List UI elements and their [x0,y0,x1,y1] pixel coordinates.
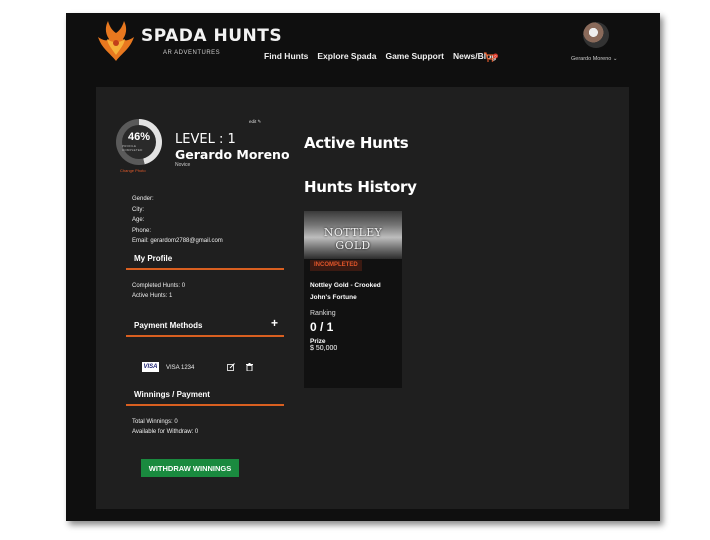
nav-game-support[interactable]: Game Support [385,51,444,61]
user-level: LEVEL : 1 [175,132,236,147]
info-city: City: [132,206,144,213]
withdraw-winnings-button[interactable]: WITHDRAW WINNINGS [141,459,239,477]
available-for-withdraw: Available for Withdraw: 0 [132,429,199,435]
edit-card-icon[interactable] [227,363,235,371]
user-full-name: Gerardo Moreno [175,147,290,162]
app-window: SPADA HUNTS AR ADVENTURES Find Hunts Exp… [66,13,660,521]
divider [126,268,284,270]
winnings-title: Winnings / Payment [134,390,210,399]
brand-tagline: AR ADVENTURES [163,50,221,56]
chevron-down-icon: ⌄ [612,56,618,62]
profile-info: Gender: City: Age: Phone: Email: gerardo… [132,194,223,247]
hunt-image-text: NOTTLEY GOLD [323,226,383,252]
active-hunts-heading: Active Hunts [304,134,409,152]
main-nav: Find Hunts Explore Spada Game Support Ne… [264,51,496,61]
prize-label: Prize [310,338,326,345]
ranking-label: Ranking [310,310,336,317]
hunts-history-heading: Hunts History [304,178,417,196]
user-rank: Novice [175,162,191,168]
status-badge: INCOMPLETED [310,260,362,271]
cart-icon[interactable]: 0 [484,52,498,62]
payment-methods-title: Payment Methods [134,321,203,330]
profile-progress-caption: PROFILE COMPLETED [122,144,143,152]
hunt-card[interactable]: NOTTLEY GOLD INCOMPLETED Nottley Gold - … [304,211,402,388]
avatar[interactable] [583,22,609,48]
active-hunts-count: Active Hunts: 1 [132,293,173,299]
info-age: Age: [132,217,145,223]
hunt-card-image: NOTTLEY GOLD [304,211,402,259]
delete-card-icon[interactable] [246,363,253,371]
edit-icon: ✎ [257,119,262,124]
nav-explore-spada[interactable]: Explore Spada [317,51,376,61]
cart-count: 0 [495,54,497,58]
info-email: Email: gerardom2788@gmail.com [132,238,223,244]
profile-panel: 46% PROFILE COMPLETED Change Photo edit … [96,87,629,509]
total-winnings: Total Winnings: 0 [132,419,178,425]
prize-value: $ 50,000 [310,345,338,352]
hunt-title[interactable]: Nottley Gold - Crooked John's Fortune [310,280,402,304]
edit-profile-link[interactable]: edit ✎ [249,119,261,125]
phoenix-logo-icon[interactable] [96,19,136,63]
info-gender: Gender: [132,196,154,202]
change-photo-link[interactable]: Change Photo [120,168,146,173]
username: Gerardo Moreno [571,56,612,62]
card-label: VISA 1234 [166,365,195,371]
brand-name[interactable]: SPADA HUNTS [141,26,282,46]
visa-card-icon: VISA [142,362,159,372]
divider [126,335,284,337]
divider [126,404,284,406]
add-payment-button[interactable]: + [271,316,278,330]
nav-find-hunts[interactable]: Find Hunts [264,51,308,61]
info-phone: Phone: [132,227,152,234]
user-menu[interactable]: Gerardo Moreno ⌄ [571,56,618,62]
profile-progress-ring: 46% PROFILE COMPLETED [116,119,162,165]
my-profile-title: My Profile [134,254,173,263]
completed-hunts: Completed Hunts: 0 [132,283,186,289]
edit-label: edit [249,119,257,124]
profile-progress-value: 46% [127,131,151,143]
ranking-value: 0 / 1 [310,320,334,334]
